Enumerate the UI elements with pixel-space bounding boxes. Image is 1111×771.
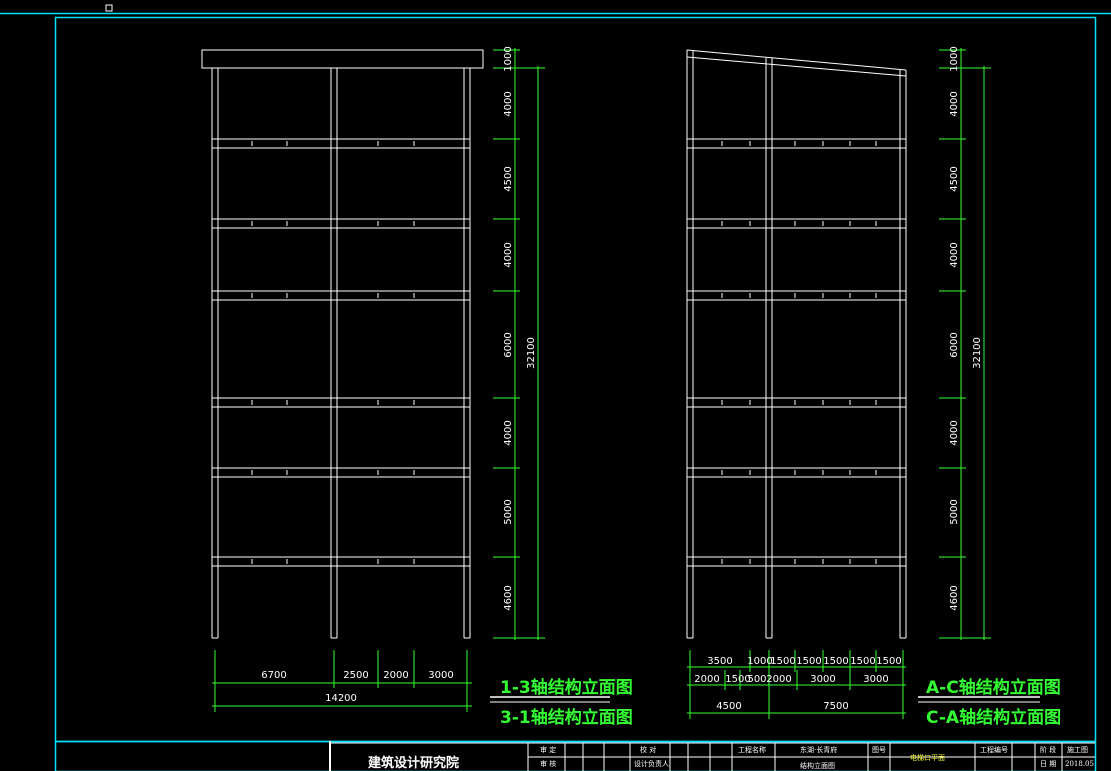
dim-right-r1-5: 1500 (850, 656, 875, 667)
dim-left-total-height: 32100 (526, 337, 537, 369)
dim-left-h-1: 4000 (503, 91, 514, 116)
dim-left-w-0: 6700 (261, 670, 286, 681)
dim-left-total-width: 14200 (325, 693, 357, 704)
dim-right-total-height: 32100 (972, 337, 983, 369)
dim-right-h-0: 1000 (949, 46, 960, 71)
tb-cell-0: 审 定 (540, 745, 556, 754)
dim-right-r2-5: 3000 (863, 674, 888, 685)
tb-cell-3: 设计负责人 (634, 759, 669, 768)
dim-left-h-3: 4000 (503, 242, 514, 267)
right-title-top: A-C轴结构立面图 (926, 677, 1061, 698)
dim-right-r1-4: 1500 (823, 656, 848, 667)
dim-right-h-6: 5000 (949, 499, 960, 524)
dim-right-r1-3: 1500 (796, 656, 821, 667)
tb-cell-8: 电梯口平面 (910, 753, 945, 762)
dim-right-h-5: 4000 (949, 420, 960, 445)
dim-right-r2-0: 2000 (694, 674, 719, 685)
dim-right-h-7: 4600 (949, 585, 960, 610)
dim-right-r1-0: 3500 (707, 656, 732, 667)
tb-cell-2: 校 对 (640, 745, 656, 754)
dim-right-r2-4: 3000 (810, 674, 835, 685)
tb-cell-4: 工程名称 (738, 745, 766, 754)
dim-right-r2-2: 500 (747, 674, 766, 685)
dim-left-h-0: 1000 (503, 46, 514, 71)
tb-cell-1: 审 核 (540, 759, 556, 768)
dim-right-r3-1: 7500 (823, 701, 848, 712)
tb-cell-9: 工程编号 (980, 745, 1008, 754)
dim-left-h-4: 6000 (503, 332, 514, 357)
dim-left-h-6: 5000 (503, 499, 514, 524)
tb-cell-6: 结构立面图 (800, 761, 835, 770)
dim-right-r3-0: 4500 (716, 701, 741, 712)
left-title-bottom: 3-1轴结构立面图 (500, 707, 633, 728)
left-title-top: 1-3轴结构立面图 (500, 677, 633, 698)
institute-name: 建筑设计研究院 (368, 755, 459, 771)
dim-left-w-1: 2500 (343, 670, 368, 681)
dim-left-w-3: 3000 (428, 670, 453, 681)
right-title-bottom: C-A轴结构立面图 (926, 707, 1061, 728)
dim-left-h-5: 4000 (503, 420, 514, 445)
dim-left-h-7: 4600 (503, 585, 514, 610)
tb-cell-11: 施工图 (1067, 745, 1088, 754)
cad-drawing-canvas: 1000 4000 4500 4000 6000 4000 5000 4600 … (0, 0, 1111, 771)
dim-right-h-2: 4500 (949, 166, 960, 191)
tb-cell-10: 阶 段 (1040, 745, 1056, 754)
dim-right-r1-6: 1500 (876, 656, 901, 667)
dim-right-h-3: 4000 (949, 242, 960, 267)
dim-right-h-4: 6000 (949, 332, 960, 357)
right-elevation-titles: A-C轴结构立面图 C-A轴结构立面图 (918, 677, 1061, 728)
dim-right-r1-2: 1500 (770, 656, 795, 667)
tb-cell-5: 东湖·长青府 (800, 745, 837, 754)
dim-right-h-1: 4000 (949, 91, 960, 116)
dim-right-r2-3: 2000 (766, 674, 791, 685)
dim-left-w-2: 2000 (383, 670, 408, 681)
tb-cell-12: 日 期 (1040, 760, 1056, 768)
dim-right-r1-1: 1000 (747, 656, 772, 667)
dim-left-h-2: 4500 (503, 166, 514, 191)
tb-cell-7: 图号 (872, 746, 886, 754)
tb-cell-13: 2018.05 (1065, 760, 1094, 768)
